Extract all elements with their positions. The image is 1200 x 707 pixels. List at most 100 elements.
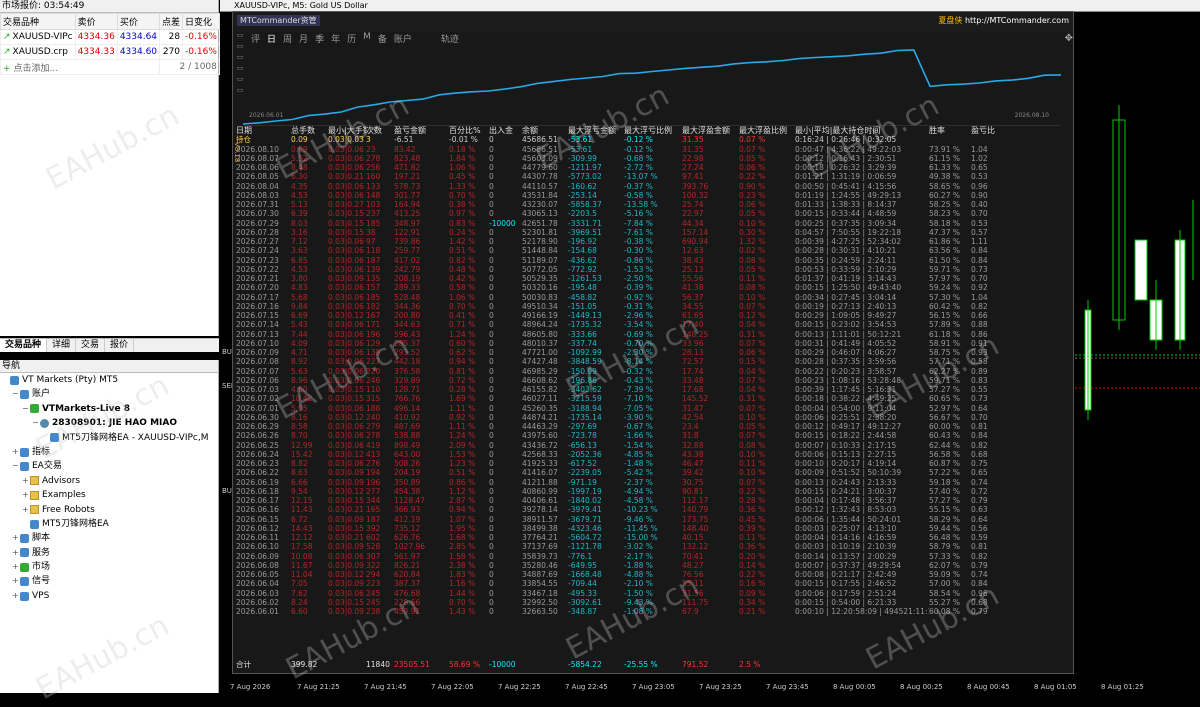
navigator-item[interactable]: + 信号 <box>0 574 218 588</box>
market-icon <box>20 562 29 572</box>
table-row: 2026.07.22 4.53 0.03|0.06 139 242.79 0.48 % 0 5… <box>236 265 1072 274</box>
tree-toggle-icon[interactable]: + <box>12 574 20 588</box>
tree-toggle-icon[interactable]: + <box>12 546 20 560</box>
market-watch-tab[interactable]: 详细 <box>47 339 77 352</box>
cell-6: 0 <box>489 338 494 348</box>
table-row: 2026.07.01 5.05 0.03|0.06 188 496.14 1.11 % 0 4… <box>236 404 1072 413</box>
tree-toggle-icon[interactable]: − <box>22 402 30 416</box>
period-tab[interactable]: 评 <box>251 32 260 45</box>
cell-10: 44.34 <box>682 218 704 228</box>
spread-cell: 270 <box>159 44 184 60</box>
symbol-cell[interactable]: ↗ XAUUSD-VIPc <box>0 29 76 45</box>
cell-1: 5.43 <box>291 320 308 330</box>
add-symbol-row[interactable]: + 点击添加... 2 / 1008 <box>0 59 220 75</box>
cell-3: 118 <box>366 246 381 256</box>
table-row: 2026.07.24 3.63 0.03|0.06 118 259.77 0.51 % 0 5… <box>236 246 1072 255</box>
cell-11: 0.21 % <box>739 607 766 616</box>
cell-7: 35839.73 <box>522 551 558 561</box>
symbol-row[interactable]: ↗ XAUUSD.crp 4334.33 4334.60 270 -0.16% <box>0 44 220 60</box>
cell-2: 0.03|0.12 <box>328 570 364 579</box>
navigator-item[interactable]: + VPS <box>0 589 218 603</box>
navigator-item[interactable]: − 28308901: JIE HAO MIAO <box>0 416 218 430</box>
cell-4: 259.77 <box>394 246 421 256</box>
table-row: 2026.08.05 6.30 0.03|0.21 160 197.21 0.45 % 0 4… <box>236 172 1072 181</box>
navigator-item[interactable]: − 账户 <box>0 387 218 401</box>
column-header[interactable]: 买价 <box>116 13 161 30</box>
cell-1: 6.30 <box>291 172 308 182</box>
cell-13: 60.27 % <box>929 190 960 200</box>
column-header[interactable]: 交易品种 <box>0 13 76 30</box>
period-tab[interactable]: 备 <box>378 32 387 45</box>
tree-toggle-icon[interactable]: + <box>12 560 20 574</box>
cell-6: 0 <box>489 301 494 311</box>
period-tab[interactable]: 历 <box>347 32 356 45</box>
cell-3: 237 <box>366 209 381 219</box>
cell-3: 194 <box>366 468 381 478</box>
navigator-item[interactable]: MT5刀锋网格EA <box>0 517 218 531</box>
cell-6: 0 <box>489 329 494 339</box>
cell-12: 0:00:22 | 0:20:23 | 3:58:57 <box>795 366 897 376</box>
navigator-item[interactable]: VT Markets (Pty) MT5 <box>0 373 218 387</box>
track-tab[interactable]: 轨迹 <box>441 32 459 45</box>
brand-url[interactable]: http://MTCommander.com <box>965 16 1069 25</box>
cell-12: 0:01:37 | 0:41:19 | 3:14:43 <box>795 274 897 283</box>
cell-7: 41416.07 <box>522 468 558 478</box>
tool-icon[interactable]: ▭ <box>233 30 247 41</box>
tree-toggle-icon[interactable]: − <box>12 387 20 401</box>
tree-toggle-icon[interactable]: + <box>22 503 30 517</box>
cell-13: 57.97 % <box>929 274 960 283</box>
cell-11: 0.14 % <box>739 560 766 570</box>
time-label: 8 Aug 00:25 <box>900 683 943 691</box>
navigator-item[interactable]: MT5刀锋网格EA - XAUUSD-VIPc,M <box>0 431 218 445</box>
cell-11: 0.07 % <box>739 375 766 385</box>
table-row: 2026.07.15 6.69 0.03|0.12 167 200.80 0.41 % 0 4… <box>236 311 1072 320</box>
cell-2: 0.03|0.06 <box>328 246 364 256</box>
navigator-item[interactable]: + Advisors <box>0 474 218 488</box>
tree-toggle-icon[interactable]: + <box>22 474 30 488</box>
period-tab[interactable]: 账户 <box>394 32 412 45</box>
navigator-item[interactable]: + 脚本 <box>0 531 218 545</box>
navigator-item[interactable]: − EA交易 <box>0 459 218 473</box>
cell-12: 0:00:06 | 0:25:51 | 2:38:20 <box>795 412 897 422</box>
tree-toggle-icon[interactable]: + <box>22 488 30 502</box>
navigator-item[interactable]: + Free Robots <box>0 503 218 517</box>
cell-5: 0.18 % <box>449 144 476 154</box>
cell-13 <box>929 660 971 669</box>
cell-14: 0.59 <box>971 533 988 542</box>
market-watch-tab[interactable]: 报价 <box>105 339 135 352</box>
navigator-item[interactable]: − VTMarkets-Live 8 <box>0 402 218 416</box>
market-watch-tab[interactable]: 交易品种 <box>0 339 48 352</box>
tree-toggle-icon[interactable]: + <box>12 589 20 603</box>
market-watch-tab[interactable]: 交易 <box>76 339 106 352</box>
column-header[interactable]: 日变化 <box>182 13 220 30</box>
symbol-cell[interactable]: ↗ XAUUSD.crp <box>0 44 76 60</box>
symbol-row[interactable]: ↗ XAUUSD-VIPc 4334.36 4334.64 28 -0.16% <box>0 29 220 45</box>
cell-7: 50529.35 <box>522 274 558 283</box>
navigator-item[interactable]: + Examples <box>0 488 218 502</box>
navigator-item[interactable]: + 指标 <box>0 445 218 459</box>
navigator-item[interactable]: + 市场 <box>0 560 218 574</box>
cell-12: 0:00:39 | 1:17:45 | 5:16:31 <box>795 385 897 394</box>
tree-toggle-icon[interactable]: + <box>12 531 20 545</box>
cell-2: 0.03|0.06 <box>328 283 364 293</box>
tree-toggle-icon[interactable]: − <box>32 416 40 430</box>
tree-toggle-icon[interactable]: + <box>12 445 20 459</box>
period-tab[interactable]: 周 <box>283 32 292 45</box>
balance-curve <box>243 49 1061 126</box>
period-tab[interactable]: 日 <box>267 32 276 45</box>
cell-3: 187 <box>366 255 381 265</box>
cell-10: 140.79 <box>682 505 709 515</box>
cell-13: 61.50 % <box>929 255 960 265</box>
period-tab[interactable]: 年 <box>331 32 340 45</box>
period-tab[interactable]: 季 <box>315 32 324 45</box>
add-symbol-cell[interactable]: + 点击添加... <box>0 59 161 75</box>
cell-14: 0.92 <box>971 283 988 293</box>
column-header[interactable]: 点差 <box>159 13 184 30</box>
column-header[interactable]: 卖价 <box>74 13 118 30</box>
period-tab[interactable]: 月 <box>299 32 308 45</box>
expand-icon[interactable]: ✥ <box>1065 33 1073 44</box>
tree-toggle-icon[interactable]: − <box>12 459 20 473</box>
navigator-item[interactable]: + 服务 <box>0 546 218 560</box>
spread-cell: 28 <box>159 29 184 45</box>
period-tab[interactable]: M <box>363 32 371 45</box>
